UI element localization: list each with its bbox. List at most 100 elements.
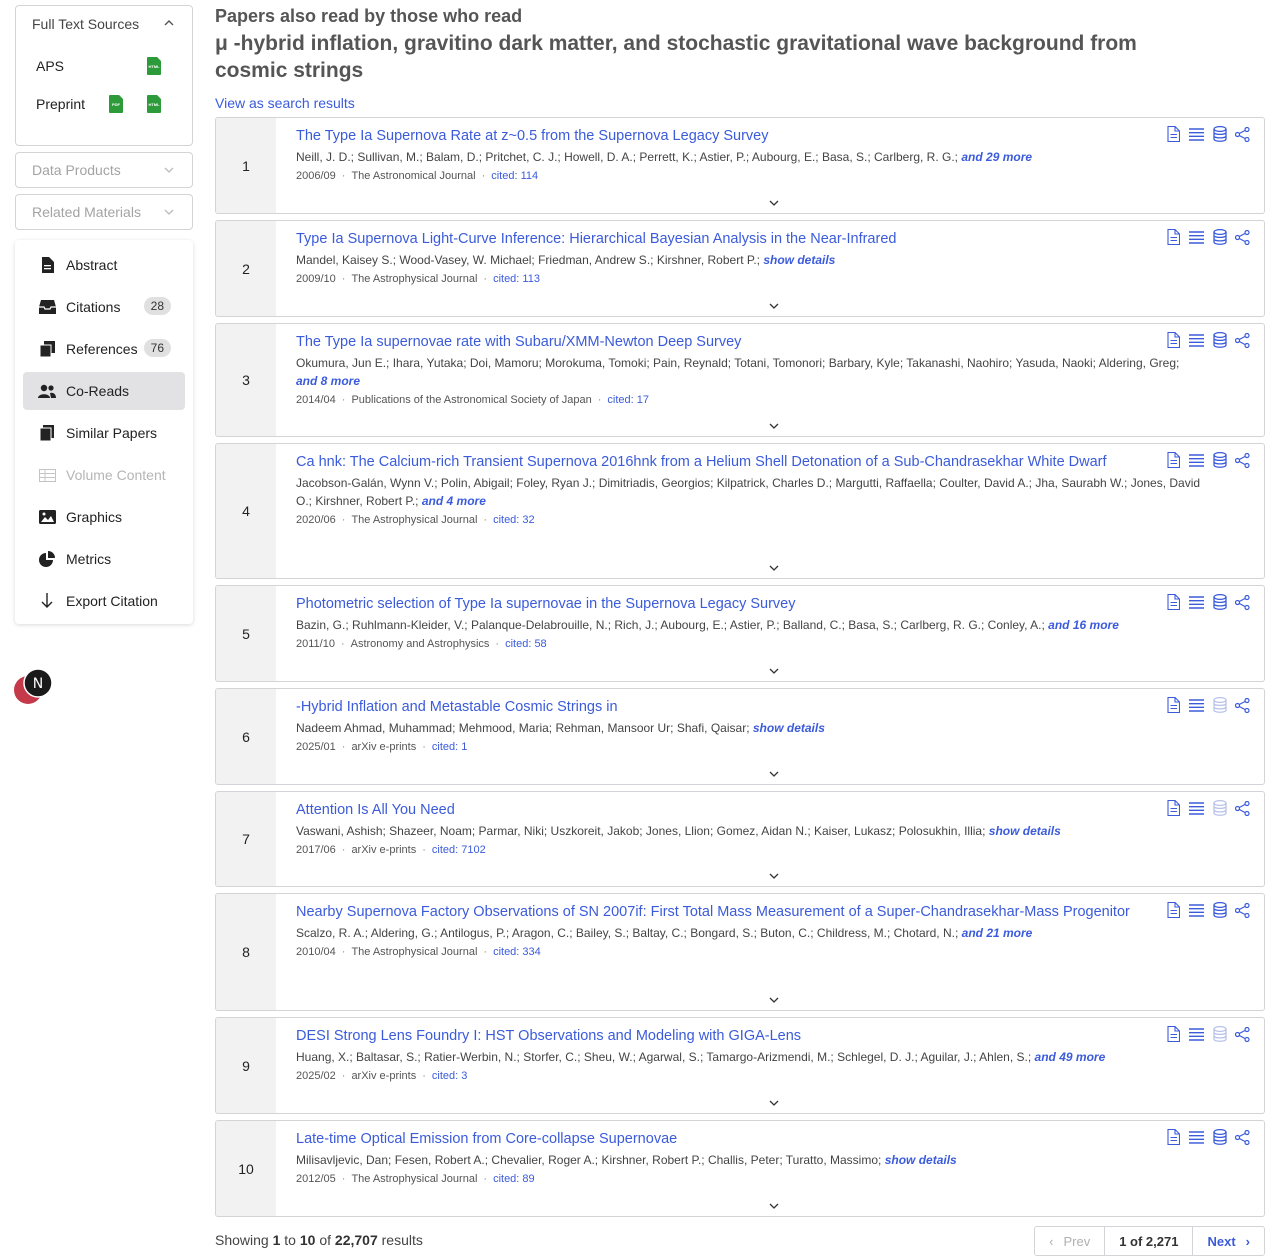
share-icon[interactable] xyxy=(1235,697,1250,713)
references-list-icon[interactable] xyxy=(1189,1129,1204,1145)
references-list-icon[interactable] xyxy=(1189,1026,1204,1042)
cited-count-link[interactable]: cited: 1 xyxy=(432,741,467,753)
share-icon[interactable] xyxy=(1235,126,1250,142)
result-authors: Mandel, Kaisey S.; Wood-Vasey, W. Michae… xyxy=(296,251,1204,269)
help-chat-bubble-icon[interactable]: N xyxy=(10,665,56,709)
cited-count-link[interactable]: cited: 3 xyxy=(432,1070,467,1082)
result-title-link[interactable]: The Type Ia supernovae rate with Subaru/… xyxy=(296,332,1204,353)
full-text-icon[interactable] xyxy=(1166,452,1181,468)
full-text-icon[interactable] xyxy=(1166,902,1181,918)
references-list-icon[interactable] xyxy=(1189,126,1204,142)
nav-item-references[interactable]: References 76 xyxy=(23,330,185,368)
more-authors-link[interactable]: and 16 more xyxy=(1048,618,1119,632)
data-products-icon[interactable] xyxy=(1212,229,1227,245)
more-authors-link[interactable]: and 49 more xyxy=(1035,1050,1106,1064)
full-text-icon[interactable] xyxy=(1166,800,1181,816)
chevron-down-icon[interactable] xyxy=(769,564,779,572)
more-authors-link[interactable]: and 8 more xyxy=(296,374,360,388)
references-list-icon[interactable] xyxy=(1189,332,1204,348)
references-list-icon[interactable] xyxy=(1189,452,1204,468)
chevron-down-icon[interactable] xyxy=(769,667,779,675)
result-title-link[interactable]: Nearby Supernova Factory Observations of… xyxy=(296,902,1204,923)
result-title-link[interactable]: The Type Ia Supernova Rate at z~0.5 from… xyxy=(296,126,1204,147)
nav-item-metrics[interactable]: Metrics xyxy=(23,540,185,578)
result-title-link[interactable]: DESI Strong Lens Foundry I: HST Observat… xyxy=(296,1026,1204,1047)
result-title-link[interactable]: -Hybrid Inflation and Metastable Cosmic … xyxy=(296,697,1204,718)
result-title-link[interactable]: Ca hnk: The Calcium-rich Transient Super… xyxy=(296,452,1204,473)
full-text-icon[interactable] xyxy=(1166,1026,1181,1042)
cited-count-link[interactable]: cited: 114 xyxy=(491,170,538,182)
chevron-down-icon[interactable] xyxy=(769,302,779,310)
more-authors-link[interactable]: and 21 more xyxy=(962,926,1033,940)
cited-count-link[interactable]: cited: 7102 xyxy=(432,844,486,856)
cited-count-link[interactable]: cited: 334 xyxy=(493,946,541,958)
result-title-link[interactable]: Photometric selection of Type Ia superno… xyxy=(296,594,1204,615)
chevron-down-icon[interactable] xyxy=(769,422,779,430)
references-list-icon[interactable] xyxy=(1189,697,1204,713)
nav-item-export-citation[interactable]: Export Citation xyxy=(23,582,185,620)
nav-item-citations[interactable]: Citations 28 xyxy=(23,288,185,326)
result-actions xyxy=(1166,1129,1250,1145)
full-text-icon[interactable] xyxy=(1166,126,1181,142)
full-text-icon[interactable] xyxy=(1166,332,1181,348)
nav-item-graphics[interactable]: Graphics xyxy=(23,498,185,536)
chevron-down-icon[interactable] xyxy=(769,770,779,778)
data-products-icon[interactable] xyxy=(1212,332,1227,348)
data-products-icon[interactable] xyxy=(1212,126,1227,142)
next-page-button[interactable]: Next › xyxy=(1193,1227,1264,1255)
chevron-down-icon[interactable] xyxy=(769,872,779,880)
references-list-icon[interactable] xyxy=(1189,594,1204,610)
full-text-sources-heading[interactable]: Full Text Sources xyxy=(32,16,139,32)
data-products-icon[interactable] xyxy=(1212,594,1227,610)
journal-name: arXiv e-prints xyxy=(351,1070,417,1082)
more-authors-link[interactable]: show details xyxy=(753,721,825,735)
result-title-link[interactable]: Attention Is All You Need xyxy=(296,800,1204,821)
pdf-file-icon[interactable]: PDF xyxy=(109,95,123,113)
more-authors-link[interactable]: and 29 more xyxy=(961,150,1032,164)
cited-count-link[interactable]: cited: 17 xyxy=(607,394,649,406)
share-icon[interactable] xyxy=(1235,1026,1250,1042)
data-products-icon[interactable] xyxy=(1212,1129,1227,1145)
chevron-down-icon[interactable] xyxy=(769,1202,779,1210)
data-products-dropdown[interactable]: Data Products xyxy=(15,152,193,188)
cited-count-link[interactable]: cited: 113 xyxy=(493,273,540,285)
result-title-link[interactable]: Late-time Optical Emission from Core-col… xyxy=(296,1129,1204,1150)
share-icon[interactable] xyxy=(1235,332,1250,348)
full-text-icon[interactable] xyxy=(1166,697,1181,713)
cited-count-link[interactable]: cited: 32 xyxy=(493,514,535,526)
full-text-icon[interactable] xyxy=(1166,229,1181,245)
nav-item-co-reads[interactable]: Co-Reads xyxy=(23,372,185,410)
author-list: Okumura, Jun E.; Ihara, Yutaka; Doi, Mam… xyxy=(296,356,1180,370)
cited-count-link[interactable]: cited: 58 xyxy=(505,638,547,650)
references-list-icon[interactable] xyxy=(1189,800,1204,816)
cited-count-link[interactable]: cited: 89 xyxy=(493,1173,535,1185)
more-authors-link[interactable]: show details xyxy=(885,1153,957,1167)
full-text-icon[interactable] xyxy=(1166,594,1181,610)
references-list-icon[interactable] xyxy=(1189,229,1204,245)
chevron-down-icon[interactable] xyxy=(769,199,779,207)
html-file-icon[interactable]: HTML xyxy=(147,57,161,75)
share-icon[interactable] xyxy=(1235,902,1250,918)
chevron-up-icon[interactable] xyxy=(164,18,174,28)
full-text-icon[interactable] xyxy=(1166,1129,1181,1145)
chevron-down-icon[interactable] xyxy=(769,996,779,1004)
prev-page-button[interactable]: ‹ Prev xyxy=(1035,1227,1106,1255)
related-materials-dropdown[interactable]: Related Materials xyxy=(15,194,193,230)
data-products-icon[interactable] xyxy=(1212,902,1227,918)
share-icon[interactable] xyxy=(1235,452,1250,468)
references-list-icon[interactable] xyxy=(1189,902,1204,918)
share-icon[interactable] xyxy=(1235,229,1250,245)
share-icon[interactable] xyxy=(1235,594,1250,610)
data-products-icon[interactable] xyxy=(1212,452,1227,468)
more-authors-link[interactable]: show details xyxy=(989,824,1061,838)
more-authors-link[interactable]: and 4 more xyxy=(422,494,486,508)
share-icon[interactable] xyxy=(1235,1129,1250,1145)
view-as-search-results-link[interactable]: View as search results xyxy=(215,95,1265,111)
nav-item-abstract[interactable]: Abstract xyxy=(23,246,185,284)
result-title-link[interactable]: Type Ia Supernova Light-Curve Inference:… xyxy=(296,229,1204,250)
share-icon[interactable] xyxy=(1235,800,1250,816)
nav-item-similar-papers[interactable]: Similar Papers xyxy=(23,414,185,452)
chevron-down-icon[interactable] xyxy=(769,1099,779,1107)
more-authors-link[interactable]: show details xyxy=(763,253,835,267)
html-file-icon[interactable]: HTML xyxy=(147,95,161,113)
